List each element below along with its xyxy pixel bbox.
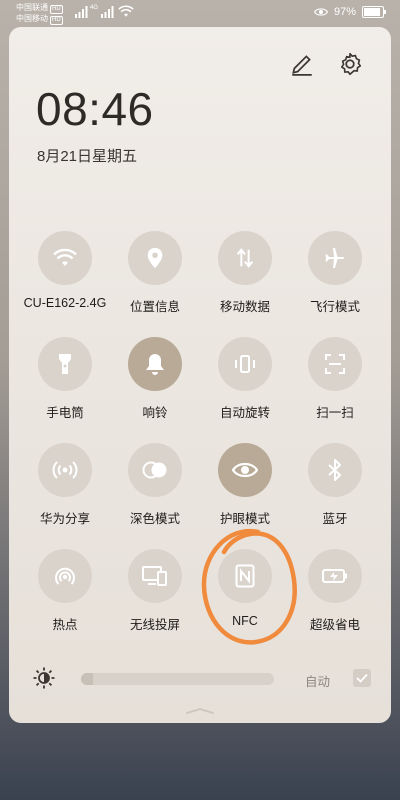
toggle-mobile-data[interactable]: 移动数据 <box>200 231 290 315</box>
auto-brightness-label: 自动 <box>305 675 331 689</box>
auto-brightness-checkbox[interactable] <box>353 669 371 687</box>
wifi-status-icon <box>118 5 134 17</box>
toggle-circle <box>308 337 362 391</box>
battery-icon <box>362 6 386 18</box>
quick-settings-panel: 08:46 8月21日星期五 CU-E162-2.4G 位置信息 移动数据 飞行… <box>9 27 391 723</box>
toggle-label: 位置信息 <box>129 300 180 314</box>
toggle-circle <box>38 443 92 497</box>
settings-gear-icon[interactable] <box>337 51 363 77</box>
toggle-label: 无线投屏 <box>129 618 180 632</box>
toggle-circle <box>128 337 182 391</box>
toggle-circle <box>218 337 272 391</box>
toggle-circle <box>128 443 182 497</box>
toggle-label: 自动旋转 <box>219 406 270 420</box>
scan-icon <box>325 354 345 374</box>
brightness-slider-fill <box>81 673 93 685</box>
mobile-data-icon <box>236 248 254 268</box>
brightness-slider[interactable] <box>81 673 274 685</box>
toggle-circle <box>218 231 272 285</box>
dark-mode-icon <box>142 461 167 479</box>
toggle-circle <box>218 443 272 497</box>
toggle-huawei-share[interactable]: 华为分享 <box>20 443 110 527</box>
edit-icon[interactable] <box>289 51 315 77</box>
battery-saver-icon <box>322 569 347 583</box>
toggle-wireless-projection[interactable]: 无线投屏 <box>110 549 200 633</box>
brightness-row: 自动 <box>9 657 391 697</box>
toggle-label: 华为分享 <box>39 512 90 526</box>
network-type: 4G <box>90 5 99 11</box>
eye-icon <box>232 462 258 478</box>
battery-percent: 97% <box>333 6 356 18</box>
toggle-label: 移动数据 <box>219 300 270 314</box>
toggle-label: 响铃 <box>142 406 168 420</box>
airplane-icon <box>325 248 344 268</box>
status-bar: 中国联通 HD 中国移动 HD 4G 97% <box>0 0 400 28</box>
toggle-circle <box>128 231 182 285</box>
toggle-circle <box>218 549 272 603</box>
cast-icon <box>142 566 167 586</box>
date-label: 8月21日星期五 <box>37 148 138 165</box>
brightness-icon <box>33 667 55 689</box>
share-icon <box>52 461 78 479</box>
rotate-icon <box>235 355 255 373</box>
toggle-circle <box>128 549 182 603</box>
toggle-label: 蓝牙 <box>322 512 348 526</box>
toggle-label: 超级省电 <box>309 618 360 632</box>
drag-handle-icon[interactable] <box>185 707 215 715</box>
toggle-location[interactable]: 位置信息 <box>110 231 200 315</box>
toggle-ring[interactable]: 响铃 <box>110 337 200 421</box>
signal-icon <box>101 6 114 18</box>
toggle-label: 深色模式 <box>129 512 180 526</box>
hotspot-icon <box>55 567 75 585</box>
toggle-label: NFC <box>232 614 258 628</box>
toggle-circle <box>38 549 92 603</box>
toggle-circle <box>38 231 92 285</box>
toggle-label: 飞行模式 <box>309 300 360 314</box>
toggle-eye-comfort[interactable]: 护眼模式 <box>200 443 290 527</box>
toggle-label: 护眼模式 <box>219 512 270 526</box>
carrier-1: 中国联通 HD <box>16 3 63 14</box>
toggle-super-power-saving[interactable]: 超级省电 <box>290 549 380 633</box>
toggle-wifi[interactable]: CU-E162-2.4G <box>20 231 110 310</box>
location-icon <box>147 247 163 269</box>
toggle-label: 热点 <box>52 618 78 632</box>
toggle-airplane[interactable]: 飞行模式 <box>290 231 380 315</box>
bell-icon <box>146 354 164 375</box>
toggle-label: CU-E162-2.4G <box>23 296 107 310</box>
bluetooth-icon <box>328 459 341 481</box>
flashlight-icon <box>59 354 71 374</box>
toggle-flashlight[interactable]: 手电筒 <box>20 337 110 421</box>
clock-time: 08:46 <box>36 83 154 135</box>
toggle-auto-rotate[interactable]: 自动旋转 <box>200 337 290 421</box>
nfc-icon <box>235 564 255 588</box>
toggle-label: 扫一扫 <box>316 406 354 420</box>
toggle-circle <box>308 231 362 285</box>
carrier-2: 中国移动 HD <box>16 14 63 25</box>
toggle-label: 手电筒 <box>46 406 84 420</box>
toggle-scan[interactable]: 扫一扫 <box>290 337 380 421</box>
toggle-circle <box>308 549 362 603</box>
toggle-bluetooth[interactable]: 蓝牙 <box>290 443 380 527</box>
toggle-circle <box>38 337 92 391</box>
wifi-icon <box>53 248 77 266</box>
toggle-circle <box>308 443 362 497</box>
toggle-nfc[interactable]: NFC <box>200 549 290 628</box>
toggle-dark-mode[interactable]: 深色模式 <box>110 443 200 527</box>
signal-icon <box>75 6 88 18</box>
check-icon <box>356 673 368 683</box>
toggle-hotspot[interactable]: 热点 <box>20 549 110 633</box>
eye-comfort-status-icon <box>313 8 328 16</box>
